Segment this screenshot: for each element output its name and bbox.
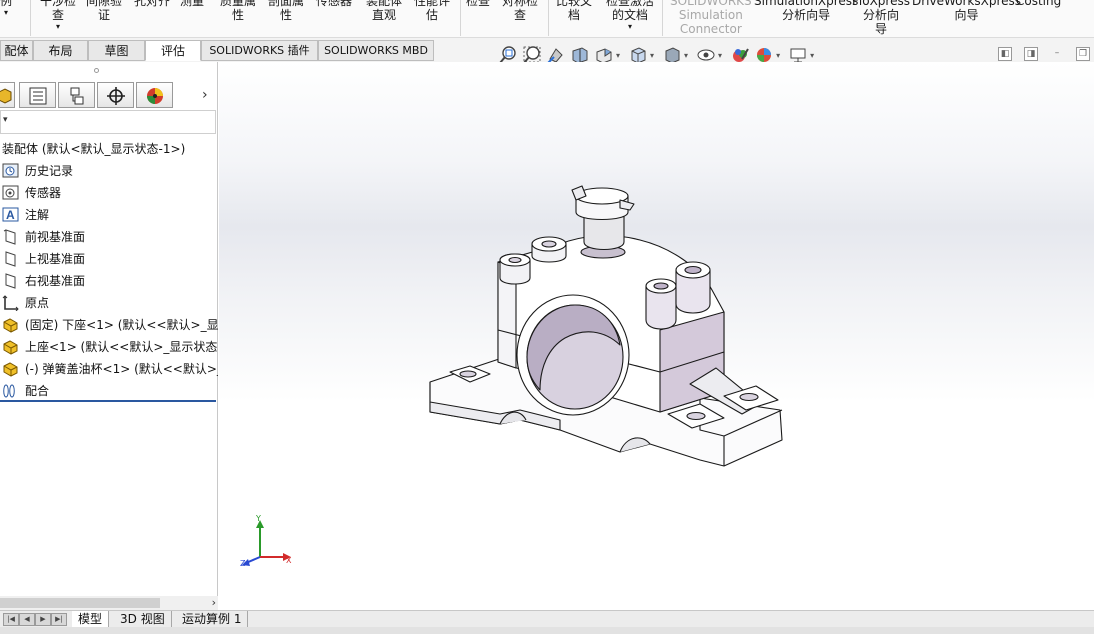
triad-x-label: X <box>286 556 292 565</box>
propertymanager-tab-icon[interactable] <box>19 82 56 108</box>
tree-filter-input[interactable]: ▾ <box>0 110 216 134</box>
part-icon <box>2 317 20 333</box>
tree-node-front-plane[interactable]: 前视基准面 <box>0 226 218 248</box>
minimize-icon[interactable]: – <box>1050 47 1064 61</box>
tree-node-mates[interactable]: 配合 <box>0 380 218 402</box>
assembly-visualization-button[interactable]: 装配体 直观 <box>366 0 402 22</box>
measure-button[interactable]: 测量 <box>180 0 204 8</box>
tree-node-sensors[interactable]: 传感器 <box>0 182 218 204</box>
floxpress-button[interactable]: FloXpress 分析向导 <box>852 0 910 36</box>
section-properties-button[interactable]: 剖面属性 <box>268 0 304 22</box>
performance-evaluation-button[interactable]: 性能评估 <box>414 0 450 22</box>
simulationxpress-button[interactable]: SimulationXpress 分析向导 <box>754 0 858 22</box>
tree-node-lower-base[interactable]: (固定) 下座<1> (默认<<默认>_显示 <box>0 314 218 336</box>
window-controls: ◧ ◨ – ❐ <box>998 47 1090 61</box>
check-button[interactable]: 检查 <box>466 0 490 8</box>
tree-node-top-plane[interactable]: 上视基准面 <box>0 248 218 270</box>
triad-z-label: Z <box>240 559 246 568</box>
tree-node-oil-cup[interactable]: (-) 弹簧盖油杯<1> (默认<<默认>_ <box>0 358 218 380</box>
chevron-right-icon[interactable]: › <box>212 596 216 609</box>
costing-button[interactable]: Costing <box>1016 0 1061 8</box>
tab-evaluate[interactable]: 评估 <box>145 40 201 61</box>
hole-alignment-button[interactable]: 孔对齐 <box>134 0 170 8</box>
ribbon-separator <box>460 0 461 36</box>
graphics-viewport[interactable]: Y X Z <box>219 62 1094 610</box>
panel-tabs: › <box>0 82 218 110</box>
origin-icon <box>2 295 20 312</box>
tab-sketch[interactable]: 草图 <box>88 40 145 61</box>
symmetry-check-button[interactable]: 对称检查 <box>502 0 538 22</box>
previous-tab-icon[interactable]: ◀ <box>19 613 35 626</box>
feature-tree: 装配体 (默认<默认_显示状态-1>) 历史记录 传感器 A 注解 前视基准面 … <box>0 138 218 402</box>
mass-properties-button[interactable]: 质量属性 <box>220 0 256 22</box>
dimxpert-tab-icon[interactable] <box>97 82 134 108</box>
plane-icon <box>2 273 20 289</box>
last-tab-icon[interactable]: ▶| <box>51 613 67 626</box>
tab-solidworks-addins[interactable]: SOLIDWORKS 插件 <box>201 40 318 61</box>
configurationmanager-tab-icon[interactable] <box>58 82 95 108</box>
tree-node-origin[interactable]: 原点 <box>0 292 218 314</box>
tree-node-right-plane[interactable]: 右视基准面 <box>0 270 218 292</box>
ribbon-separator <box>548 0 549 36</box>
tab-assembly[interactable]: 配体 <box>0 40 33 61</box>
tree-node-annotations[interactable]: A 注解 <box>0 204 218 226</box>
status-bar <box>0 627 1094 634</box>
mates-icon <box>2 383 20 399</box>
tab-layout[interactable]: 布局 <box>33 40 88 61</box>
restore-icon[interactable]: ◧ <box>998 47 1012 61</box>
history-icon <box>2 163 20 179</box>
driveworksxpress-button[interactable]: DriveWorksXpress 向导 <box>912 0 1021 22</box>
plane-icon <box>2 251 20 267</box>
tree-node-upper-seat[interactable]: 上座<1> (默认<<默认>_显示状态 1 <box>0 336 218 358</box>
ribbon-item-0[interactable]: 例 ▾ <box>0 0 12 18</box>
triad-y-label: Y <box>255 514 261 523</box>
model-tabs-bar: |◀ ◀ ▶ ▶| 模型 3D 视图 运动算例 1 <box>0 610 1094 628</box>
ribbon-separator <box>30 0 31 36</box>
tab-model[interactable]: 模型 <box>72 611 110 628</box>
ribbon-separator <box>662 0 663 36</box>
featuremanager-tab-icon[interactable] <box>0 82 15 108</box>
interference-check-button[interactable]: 干涉检查 ▾ <box>40 0 76 32</box>
scrollbar-thumb[interactable] <box>0 598 160 608</box>
feature-manager-panel: › ▾ 装配体 (默认<默认_显示状态-1>) 历史记录 传感器 A 注解 前视… <box>0 62 218 610</box>
clearance-verify-button[interactable]: 间隙验证 <box>86 0 122 22</box>
tree-divider <box>0 400 216 402</box>
compare-documents-button[interactable]: 比较文档 <box>556 0 592 22</box>
svg-text:A: A <box>6 208 15 222</box>
tab-navigation: |◀ ◀ ▶ ▶| <box>3 613 67 626</box>
displaymanager-tab-icon[interactable] <box>136 82 173 108</box>
tree-root-assembly[interactable]: 装配体 (默认<默认_显示状态-1>) <box>0 138 218 160</box>
part-icon <box>2 339 20 355</box>
tab-3d-view[interactable]: 3D 视图 <box>114 611 172 628</box>
command-manager-ribbon: 例 ▾ 干涉检查 ▾ 间隙验证 孔对齐 测量 质量属性 剖面属性 传感器 装配体 直观… <box>0 0 1094 38</box>
part-icon <box>2 361 20 377</box>
next-tab-icon[interactable]: ▶ <box>35 613 51 626</box>
plane-icon <box>2 229 20 245</box>
panel-horizontal-scrollbar[interactable]: › <box>0 596 218 610</box>
tab-solidworks-mbd[interactable]: SOLIDWORKS MBD <box>318 40 434 61</box>
tree-node-history[interactable]: 历史记录 <box>0 160 218 182</box>
simulation-connector-button[interactable]: SOLIDWORKS Simulation Connector <box>670 0 752 36</box>
tile-icon[interactable]: ◨ <box>1024 47 1038 61</box>
tab-motion-study[interactable]: 运动算例 1 <box>176 611 249 628</box>
bearing-housing-model[interactable]: Y X Z <box>219 62 1094 610</box>
maximize-icon[interactable]: ❐ <box>1076 47 1090 61</box>
sensor-icon <box>2 185 20 201</box>
chevron-right-icon[interactable]: › <box>202 87 208 103</box>
axis-triad <box>242 520 291 566</box>
check-active-document-button[interactable]: 检查激活 的文档 ▾ <box>606 0 654 32</box>
first-tab-icon[interactable]: |◀ <box>3 613 19 626</box>
sensor-button[interactable]: 传感器 <box>316 0 352 8</box>
annotation-icon: A <box>2 207 20 223</box>
panel-grip-icon[interactable] <box>94 68 99 73</box>
